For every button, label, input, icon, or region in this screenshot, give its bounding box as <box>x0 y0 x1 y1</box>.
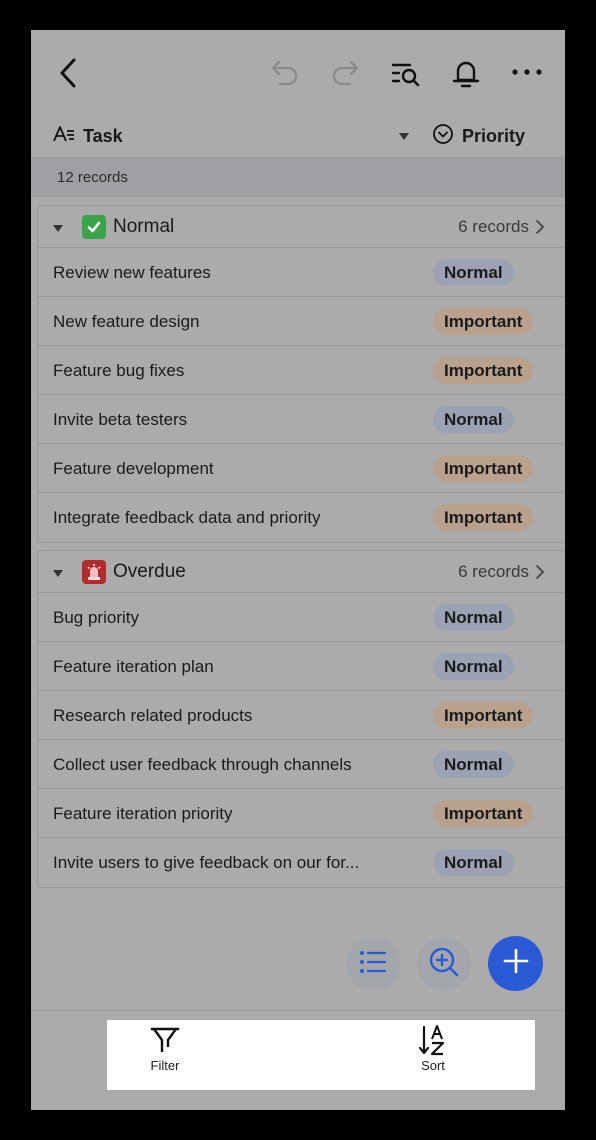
table-row[interactable]: Integrate feedback data and priority Impo… <box>38 493 565 542</box>
table-row[interactable]: Feature iteration plan Normal <box>38 642 565 691</box>
table-row[interactable]: Feature development Important <box>38 444 565 493</box>
priority-tag: Important <box>433 357 534 384</box>
priority-tag: Normal <box>433 653 514 680</box>
chevron-right-icon[interactable] <box>535 564 545 585</box>
zoom-button[interactable] <box>417 937 471 991</box>
table-row[interactable]: Invite users to give feedback on our for… <box>38 838 565 887</box>
filter-label: Filter <box>150 1058 180 1073</box>
records-summary: 12 records <box>31 157 565 197</box>
table-row[interactable]: New feature design Important <box>38 297 565 346</box>
priority-tag: Important <box>433 800 534 827</box>
sort-az-icon <box>418 1024 448 1056</box>
task-name: Review new features <box>53 263 211 282</box>
task-name: Collect user feedback through channels <box>53 755 352 774</box>
table-row[interactable]: Invite beta testers Normal <box>38 395 565 444</box>
table-row[interactable]: Bug priority Normal <box>38 593 565 642</box>
table-row[interactable]: Feature bug fixes Important <box>38 346 565 395</box>
filter-icon <box>149 1024 181 1056</box>
app-screen: Task Priority 12 records Normal 6 record… <box>31 30 565 1110</box>
priority-tag: Important <box>433 455 534 482</box>
group-normal: Normal 6 records Review new features Norm… <box>37 205 565 543</box>
priority-tag: Normal <box>433 406 514 433</box>
text-field-icon <box>53 125 75 148</box>
list-icon <box>359 949 387 980</box>
action-sheet: Filter Sort <box>107 1020 535 1090</box>
add-record-button[interactable] <box>488 936 543 991</box>
search-records-icon[interactable] <box>388 56 424 90</box>
back-icon[interactable] <box>53 54 83 92</box>
column-priority-label: Priority <box>462 125 526 146</box>
siren-icon <box>82 560 106 584</box>
group-count[interactable]: 6 records <box>458 206 529 248</box>
task-name: New feature design <box>53 312 200 331</box>
table-row[interactable]: Review new features Normal <box>38 248 565 297</box>
single-select-icon <box>432 123 454 150</box>
collapse-caret-icon[interactable] <box>52 221 64 239</box>
priority-tag: Normal <box>433 604 514 631</box>
table-row[interactable]: Collect user feedback through channels No… <box>38 740 565 789</box>
records-count: 12 records <box>57 168 128 186</box>
redo-icon[interactable] <box>328 56 362 90</box>
collapse-caret-icon[interactable] <box>52 566 64 584</box>
priority-tag: Normal <box>433 259 514 286</box>
bell-icon[interactable] <box>449 54 483 92</box>
check-mark-icon <box>82 215 106 239</box>
column-header: Task Priority <box>31 115 565 157</box>
priority-tag: Important <box>433 308 534 335</box>
more-icon[interactable] <box>509 60 545 84</box>
task-name: Research related products <box>53 706 253 725</box>
undo-icon[interactable] <box>268 56 302 90</box>
chevron-right-icon[interactable] <box>535 219 545 240</box>
task-name: Feature development <box>53 459 214 478</box>
column-priority[interactable]: Priority <box>432 115 525 157</box>
column-task[interactable]: Task <box>53 115 123 157</box>
group-count[interactable]: 6 records <box>458 551 529 593</box>
task-name: Bug priority <box>53 608 139 627</box>
priority-tag: Normal <box>433 751 514 778</box>
group-overdue: Overdue 6 records Bug priority Normal Fea… <box>37 550 565 888</box>
list-view-button[interactable] <box>346 937 400 991</box>
group-name: Overdue <box>113 561 186 582</box>
sort-label: Sort <box>421 1058 445 1073</box>
group-header[interactable]: Overdue 6 records <box>38 551 565 593</box>
group-name: Normal <box>113 216 175 237</box>
task-name: Feature iteration priority <box>53 804 233 823</box>
task-name: Invite beta testers <box>53 410 188 429</box>
task-name: Integrate feedback data and priority <box>53 508 321 527</box>
task-name: Feature iteration plan <box>53 657 214 676</box>
group-header[interactable]: Normal 6 records <box>38 206 565 248</box>
priority-tag: Important <box>433 702 534 729</box>
priority-tag: Important <box>433 504 534 531</box>
sort-button[interactable]: Sort <box>388 1020 478 1090</box>
filter-button[interactable]: Filter <box>120 1020 210 1090</box>
zoom-in-icon <box>428 946 460 983</box>
column-task-label: Task <box>83 125 123 146</box>
table-row[interactable]: Research related products Important <box>38 691 565 740</box>
caret-down-icon[interactable] <box>397 129 411 143</box>
table-row[interactable]: Feature iteration priority Important <box>38 789 565 838</box>
top-bar <box>31 30 565 115</box>
task-name: Invite users to give feedback on our for… <box>53 853 360 872</box>
plus-icon <box>502 947 530 980</box>
priority-tag: Normal <box>433 849 514 876</box>
task-name: Feature bug fixes <box>53 361 185 380</box>
